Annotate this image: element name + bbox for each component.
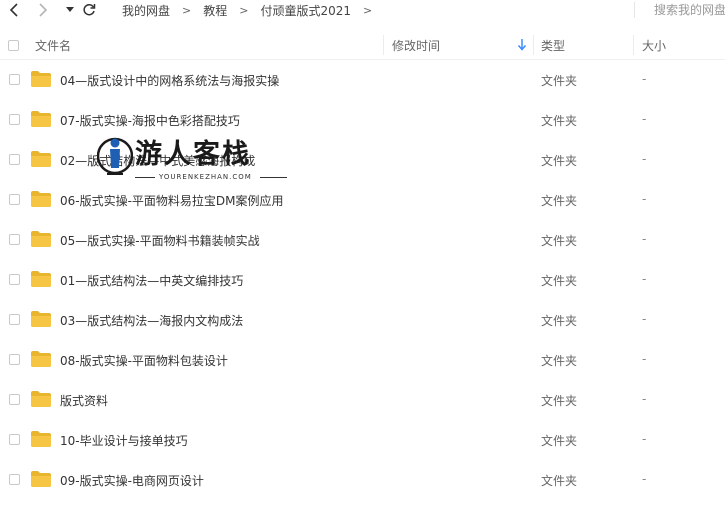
file-type: 文件夹 xyxy=(541,194,578,208)
row-checkbox[interactable] xyxy=(9,114,20,125)
file-type: 文件夹 xyxy=(541,474,578,488)
column-divider xyxy=(633,35,634,55)
file-row[interactable]: 01—版式结构法—中英文编排技巧 文件夹 - xyxy=(0,260,725,300)
row-checkbox[interactable] xyxy=(9,314,20,325)
row-checkbox[interactable] xyxy=(9,434,20,445)
breadcrumb-separator: > xyxy=(182,3,192,17)
breadcrumb-item-tutorial[interactable]: 教程 xyxy=(201,2,229,19)
watermark-logo: 游人客栈 YOURENKEZHAN.COM xyxy=(97,130,297,192)
folder-icon xyxy=(31,391,51,407)
column-header-modified[interactable]: 修改时间 xyxy=(392,31,440,59)
file-name[interactable]: 03—版式结构法—海报内文构成法 xyxy=(60,312,243,329)
folder-icon xyxy=(31,191,51,207)
file-name[interactable]: 09-版式实操-电商网页设计 xyxy=(60,472,204,489)
folder-icon xyxy=(31,351,51,367)
refresh-icon xyxy=(83,3,96,16)
watermark-rule xyxy=(135,177,155,178)
column-divider xyxy=(383,35,384,55)
file-row[interactable]: 03—版式结构法—海报内文构成法 文件夹 - xyxy=(0,300,725,340)
column-header-name[interactable]: 文件名 xyxy=(35,31,71,59)
file-name[interactable]: 07-版式实操-海报中色彩搭配技巧 xyxy=(60,112,240,129)
file-size: - xyxy=(642,312,647,326)
back-button[interactable] xyxy=(5,1,23,19)
chevron-left-icon xyxy=(9,3,18,17)
file-name[interactable]: 版式资料 xyxy=(60,392,108,409)
top-toolbar: 我的网盘 > 教程 > 付顽童版式2021 > xyxy=(0,0,725,22)
breadcrumb-separator: > xyxy=(239,3,249,17)
watermark-subtitle: YOURENKEZHAN.COM xyxy=(159,173,252,181)
folder-icon xyxy=(31,431,51,447)
file-size: - xyxy=(642,352,647,366)
select-all-cell xyxy=(8,31,19,59)
file-name[interactable]: 08-版式实操-平面物料包装设计 xyxy=(60,352,228,369)
watermark-title: 游人客栈 xyxy=(135,139,251,170)
file-size: - xyxy=(642,432,647,446)
file-size: - xyxy=(642,272,647,286)
column-header-size[interactable]: 大小 xyxy=(642,31,666,59)
file-type: 文件夹 xyxy=(541,354,578,368)
row-checkbox[interactable] xyxy=(9,474,20,485)
column-divider xyxy=(533,35,534,55)
file-list-header: 文件名 修改时间 类型 大小 xyxy=(0,31,725,60)
forward-button[interactable] xyxy=(34,1,52,19)
folder-icon xyxy=(31,471,51,487)
file-row[interactable]: 05—版式实操-平面物料书籍装帧实战 文件夹 - xyxy=(0,220,725,260)
chevron-right-icon xyxy=(39,3,48,17)
watermark-rule xyxy=(260,177,287,178)
file-name[interactable]: 01—版式结构法—中英文编排技巧 xyxy=(60,272,243,289)
row-checkbox[interactable] xyxy=(9,354,20,365)
file-row[interactable]: 版式资料 文件夹 - xyxy=(0,380,725,420)
row-checkbox[interactable] xyxy=(9,74,20,85)
folder-icon xyxy=(31,311,51,327)
refresh-button[interactable] xyxy=(80,1,98,19)
file-row[interactable]: 08-版式实操-平面物料包装设计 文件夹 - xyxy=(0,340,725,380)
triangle-down-icon xyxy=(66,7,74,12)
folder-icon xyxy=(31,271,51,287)
row-checkbox[interactable] xyxy=(9,274,20,285)
file-size: - xyxy=(642,392,647,406)
breadcrumb-item-current-folder[interactable]: 付顽童版式2021 xyxy=(258,2,353,19)
file-type: 文件夹 xyxy=(541,274,578,288)
file-type: 文件夹 xyxy=(541,114,578,128)
column-header-type[interactable]: 类型 xyxy=(541,31,565,59)
folder-icon xyxy=(31,151,51,167)
watermark-emblem-icon xyxy=(97,137,133,175)
file-type: 文件夹 xyxy=(541,234,578,248)
file-row[interactable]: 10-毕业设计与接单技巧 文件夹 - xyxy=(0,420,725,460)
folder-icon xyxy=(31,231,51,247)
folder-icon xyxy=(31,111,51,127)
file-size: - xyxy=(642,72,647,86)
file-size: - xyxy=(642,192,647,206)
row-checkbox[interactable] xyxy=(9,194,20,205)
search-input[interactable] xyxy=(642,1,725,19)
file-size: - xyxy=(642,112,647,126)
file-type: 文件夹 xyxy=(541,74,578,88)
arrow-down-icon xyxy=(517,39,527,51)
file-type: 文件夹 xyxy=(541,154,578,168)
breadcrumb: 我的网盘 > 教程 > 付顽童版式2021 > xyxy=(120,2,382,18)
breadcrumb-item-my-drive[interactable]: 我的网盘 xyxy=(120,2,172,19)
file-type: 文件夹 xyxy=(541,314,578,328)
row-checkbox[interactable] xyxy=(9,394,20,405)
file-row[interactable]: 09-版式实操-电商网页设计 文件夹 - xyxy=(0,460,725,500)
file-name[interactable]: 06-版式实操-平面物料易拉宝DM案例应用 xyxy=(60,192,284,209)
row-checkbox[interactable] xyxy=(9,154,20,165)
file-size: - xyxy=(642,232,647,246)
file-row[interactable]: 04—版式设计中的网格系统法与海报实操 文件夹 - xyxy=(0,60,725,100)
file-name[interactable]: 04—版式设计中的网格系统法与海报实操 xyxy=(60,72,279,89)
history-dropdown-button[interactable] xyxy=(61,1,79,19)
file-type: 文件夹 xyxy=(541,394,578,408)
folder-icon xyxy=(31,71,51,87)
file-type: 文件夹 xyxy=(541,434,578,448)
file-size: - xyxy=(642,152,647,166)
row-checkbox[interactable] xyxy=(9,234,20,245)
file-name[interactable]: 05—版式实操-平面物料书籍装帧实战 xyxy=(60,232,260,249)
file-name[interactable]: 10-毕业设计与接单技巧 xyxy=(60,432,188,449)
select-all-checkbox[interactable] xyxy=(8,39,19,51)
file-size: - xyxy=(642,472,647,486)
breadcrumb-separator: > xyxy=(363,3,373,17)
search-divider xyxy=(634,2,635,18)
